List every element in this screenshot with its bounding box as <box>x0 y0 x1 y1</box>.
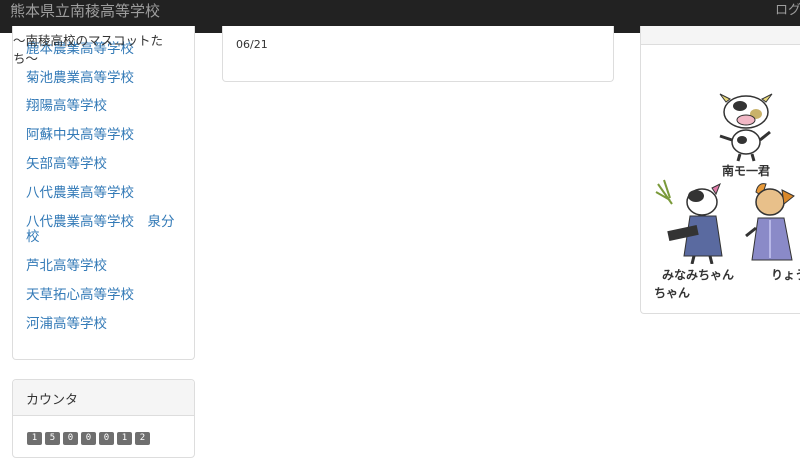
counter-digit: 5 <box>45 432 60 445</box>
counter-digit: 0 <box>63 432 78 445</box>
login-link[interactable]: ログ <box>775 2 800 20</box>
link-kawaura[interactable]: 河浦高等学校 <box>26 316 107 332</box>
site-title[interactable]: 熊本県立南稜高等学校 <box>10 2 160 20</box>
link-yatsushiro-nogyo-izumi[interactable]: 八代農業高等学校 泉分 <box>26 214 175 230</box>
mascot-title: ～南稜高校のマスコットたち～ <box>13 33 164 66</box>
link-amakusa-takushin[interactable]: 天草拓心高等学校 <box>26 287 134 303</box>
link-ashikita[interactable]: 芦北高等学校 <box>26 258 107 274</box>
counter-title: カウンタ <box>13 380 194 416</box>
link-kikuchi-nogyo[interactable]: 菊池農業高等学校 <box>26 70 134 86</box>
mascot-panel-header <box>641 26 800 45</box>
school-links-panel: 鹿本農業高等学校 菊池農業高等学校 翔陽高等学校 阿蘇中央高等学校 矢部高等学校… <box>12 26 195 360</box>
mascot-label-chan: ちゃん <box>654 286 691 300</box>
ryou-chan-illustration <box>745 183 795 261</box>
link-aso-chuo[interactable]: 阿蘇中央高等学校 <box>26 127 134 143</box>
news-panel: 06/21 <box>222 26 614 82</box>
counter-digit: 1 <box>27 432 42 445</box>
mascot-label-minamo: 南モ一君 <box>722 164 771 178</box>
counter-digit: 2 <box>135 432 150 445</box>
minami-chan-illustration <box>655 179 723 264</box>
counter-panel: カウンタ 1 5 0 0 0 1 2 <box>12 379 195 458</box>
counter-digit: 0 <box>99 432 114 445</box>
news-date: 06/21 <box>236 38 268 51</box>
link-yabe[interactable]: 矢部高等学校 <box>26 156 107 172</box>
link-shoyo[interactable]: 翔陽高等学校 <box>26 98 107 114</box>
link-yatsushiro-nogyo-izumi-cont[interactable]: 校 <box>26 229 40 245</box>
counter-digit: 0 <box>81 432 96 445</box>
counter-digit: 1 <box>117 432 132 445</box>
mascot-label-minami: みなみちゃん <box>662 268 735 282</box>
mascot-label-ryou: りょう <box>771 268 800 282</box>
cow-mascot-illustration <box>719 93 773 162</box>
counter-digits: 1 5 0 0 0 1 2 <box>27 432 150 445</box>
link-yatsushiro-nogyo[interactable]: 八代農業高等学校 <box>26 185 134 201</box>
